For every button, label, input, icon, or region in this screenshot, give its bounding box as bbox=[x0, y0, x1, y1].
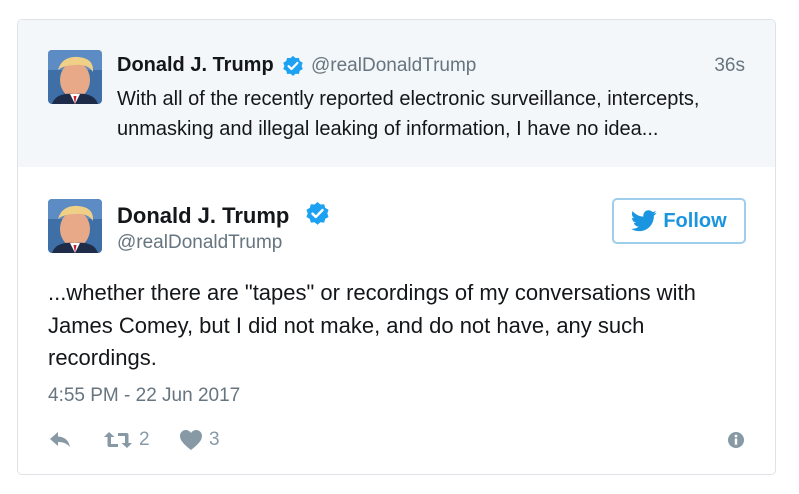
twitter-bird-icon bbox=[631, 210, 657, 232]
avatar[interactable] bbox=[48, 199, 102, 253]
like-count: 3 bbox=[209, 429, 220, 450]
quoted-tweet[interactable]: Donald J. Trump @realDonaldTrump 36s Wit… bbox=[18, 20, 775, 167]
reply-icon bbox=[48, 430, 72, 450]
follow-button[interactable]: Follow bbox=[612, 198, 746, 244]
verified-badge-icon bbox=[305, 201, 330, 226]
author-handle[interactable]: @realDonaldTrump bbox=[117, 232, 282, 254]
tweet-timestamp[interactable]: 4:55 PM - 22 Jun 2017 bbox=[48, 385, 240, 407]
author-name[interactable]: Donald J. Trump bbox=[117, 203, 289, 229]
tweet-embed-card: Donald J. Trump @realDonaldTrump 36s Wit… bbox=[17, 19, 776, 475]
retweet-icon bbox=[103, 430, 133, 450]
retweet-count: 2 bbox=[139, 429, 150, 450]
follow-label: Follow bbox=[663, 209, 727, 232]
quoted-tweet-text: With all of the recently reported electr… bbox=[117, 88, 700, 140]
info-icon bbox=[727, 431, 745, 449]
reply-button[interactable] bbox=[48, 427, 72, 453]
retweet-button[interactable]: 2 bbox=[103, 427, 150, 453]
info-button[interactable] bbox=[727, 427, 745, 453]
like-button[interactable]: 3 bbox=[179, 427, 220, 453]
quoted-tweet-time[interactable]: 36s bbox=[714, 55, 745, 77]
heart-icon bbox=[179, 429, 203, 451]
tweet-actions: 2 3 bbox=[48, 427, 748, 453]
tweet-text: ...whether there are "tapes" or recordin… bbox=[48, 280, 696, 370]
verified-badge-icon bbox=[282, 55, 304, 77]
quoted-author-handle[interactable]: @realDonaldTrump bbox=[311, 55, 476, 77]
quoted-author-name[interactable]: Donald J. Trump bbox=[117, 54, 274, 77]
avatar[interactable] bbox=[48, 50, 102, 104]
